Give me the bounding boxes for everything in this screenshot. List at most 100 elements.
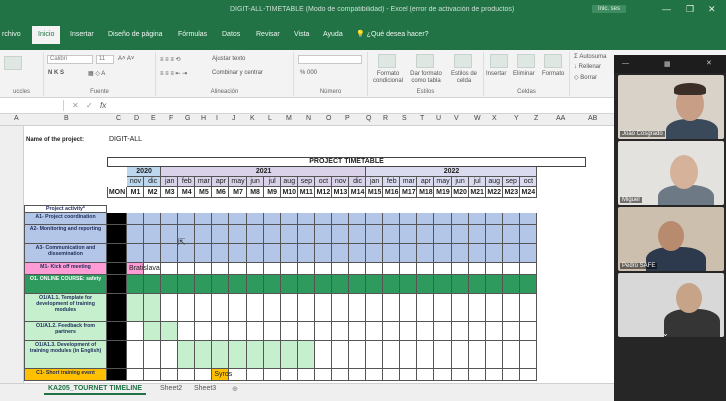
timeline-cell[interactable] xyxy=(144,275,162,294)
timeline-cell[interactable] xyxy=(417,263,435,275)
timeline-cell[interactable] xyxy=(297,225,315,244)
timeline-cell[interactable] xyxy=(127,275,145,294)
timeline-cell[interactable] xyxy=(400,294,418,322)
participant-tile-4[interactable]: ⌄ xyxy=(618,273,724,337)
timeline-cell[interactable] xyxy=(417,341,435,369)
timeline-cell[interactable] xyxy=(212,275,230,294)
timeline-cell[interactable] xyxy=(485,294,503,322)
timeline-cell[interactable] xyxy=(383,341,401,369)
timeline-cell[interactable] xyxy=(314,213,332,225)
timeline-cell[interactable] xyxy=(519,275,537,294)
conditional-format-icon[interactable] xyxy=(378,54,396,68)
timeline-cell[interactable] xyxy=(366,369,384,381)
timeline-cell[interactable] xyxy=(331,244,350,263)
timeline-cell[interactable] xyxy=(502,369,520,381)
timeline-cell[interactable] xyxy=(178,294,196,322)
grow-shrink-font[interactable]: A˄ A˅ xyxy=(118,56,134,62)
timeline-cell[interactable] xyxy=(127,369,145,381)
timeline-cell[interactable] xyxy=(314,275,332,294)
timeline-cell[interactable] xyxy=(195,369,213,381)
timeline-cell[interactable] xyxy=(349,225,367,244)
timeline-cell[interactable] xyxy=(331,213,350,225)
column-header-x[interactable]: X xyxy=(492,115,497,122)
timeline-cell[interactable] xyxy=(502,244,520,263)
timeline-cell[interactable] xyxy=(485,322,503,341)
timeline-cell[interactable] xyxy=(161,263,179,275)
timeline-cell[interactable] xyxy=(297,294,315,322)
number-format-select[interactable] xyxy=(298,55,362,64)
timeline-cell[interactable] xyxy=(434,369,452,381)
timeline-cell[interactable] xyxy=(314,341,332,369)
format-table-icon[interactable] xyxy=(416,54,434,68)
timeline-cell[interactable] xyxy=(383,322,401,341)
timeline-cell[interactable] xyxy=(314,294,332,322)
column-header-o[interactable]: O xyxy=(326,115,331,122)
timeline-cell[interactable] xyxy=(519,263,537,275)
timeline-cell[interactable] xyxy=(366,225,384,244)
wrap-text-button[interactable]: Ajustar texto xyxy=(212,56,245,62)
paste-icon[interactable] xyxy=(4,56,22,70)
mon-column-cell[interactable] xyxy=(107,322,127,341)
timeline-cell[interactable] xyxy=(400,225,418,244)
timeline-cell[interactable] xyxy=(229,294,247,322)
column-header-v[interactable]: V xyxy=(454,115,459,122)
timeline-cell[interactable] xyxy=(297,369,315,381)
timeline-cell[interactable] xyxy=(127,244,145,263)
project-name-value[interactable]: DIGIT-ALL xyxy=(109,136,142,143)
column-header-g[interactable]: G xyxy=(185,115,190,122)
function-icon[interactable]: fx xyxy=(100,101,106,110)
formula-enter-icon[interactable]: ✓ xyxy=(86,101,93,110)
timeline-cell[interactable] xyxy=(263,275,281,294)
timeline-cell[interactable] xyxy=(434,213,452,225)
sign-in-button[interactable]: Inic. ses xyxy=(592,5,627,13)
timeline-cell[interactable] xyxy=(297,263,315,275)
timeline-cell[interactable] xyxy=(417,369,435,381)
column-header-b[interactable]: B xyxy=(64,115,69,122)
timeline-cell[interactable] xyxy=(383,244,401,263)
timeline-cell[interactable] xyxy=(383,294,401,322)
timeline-cell[interactable] xyxy=(366,263,384,275)
timeline-cell[interactable] xyxy=(349,275,367,294)
mon-column-cell[interactable] xyxy=(107,294,127,322)
timeline-cell[interactable] xyxy=(314,369,332,381)
timeline-cell[interactable] xyxy=(144,341,162,369)
mon-column-cell[interactable] xyxy=(107,213,127,225)
timeline-cell[interactable] xyxy=(280,263,298,275)
timeline-cell[interactable] xyxy=(451,369,469,381)
timeline-cell[interactable] xyxy=(400,369,418,381)
sheet-tab-sheet2[interactable]: Sheet2 xyxy=(160,385,182,392)
timeline-cell[interactable] xyxy=(451,294,469,322)
timeline-cell[interactable] xyxy=(349,341,367,369)
timeline-cell[interactable] xyxy=(212,294,230,322)
timeline-cell[interactable] xyxy=(246,275,264,294)
timeline-cell[interactable] xyxy=(468,244,486,263)
timeline-cell[interactable] xyxy=(161,369,179,381)
tell-me-search[interactable]: 💡 ¿Qué desea hacer? xyxy=(356,30,429,38)
tab-insertar[interactable]: Insertar xyxy=(70,31,94,38)
tab-diseno-pagina[interactable]: Diseño de página xyxy=(108,31,163,38)
mon-column-cell[interactable] xyxy=(107,341,127,369)
timeline-cell[interactable] xyxy=(127,225,145,244)
timeline-cell[interactable] xyxy=(229,263,247,275)
column-header-y[interactable]: Y xyxy=(514,115,519,122)
timeline-cell[interactable] xyxy=(331,341,350,369)
column-header-l[interactable]: L xyxy=(268,115,272,122)
conditional-format-button[interactable]: Formato condicional xyxy=(370,71,406,85)
participant-tile-2[interactable]: Miguel xyxy=(618,141,724,205)
timeline-cell[interactable] xyxy=(434,341,452,369)
column-header-t[interactable]: T xyxy=(420,115,424,122)
bold-italic-underline[interactable]: N K S xyxy=(48,70,64,76)
format-as-table-button[interactable]: Dar formato como tabla xyxy=(408,71,444,85)
timeline-cell[interactable] xyxy=(502,213,520,225)
timeline-cell[interactable] xyxy=(502,275,520,294)
timeline-cell[interactable] xyxy=(212,341,230,369)
timeline-cell[interactable] xyxy=(366,341,384,369)
timeline-cell[interactable] xyxy=(366,275,384,294)
timeline-cell[interactable] xyxy=(400,322,418,341)
font-name-select[interactable]: Calibri xyxy=(47,55,93,64)
tab-datos[interactable]: Datos xyxy=(222,31,240,38)
close-icon[interactable]: ✕ xyxy=(708,4,716,15)
timeline-cell[interactable] xyxy=(417,225,435,244)
formula-cancel-icon[interactable]: ✕ xyxy=(72,101,79,110)
mon-column-cell[interactable] xyxy=(107,369,127,381)
